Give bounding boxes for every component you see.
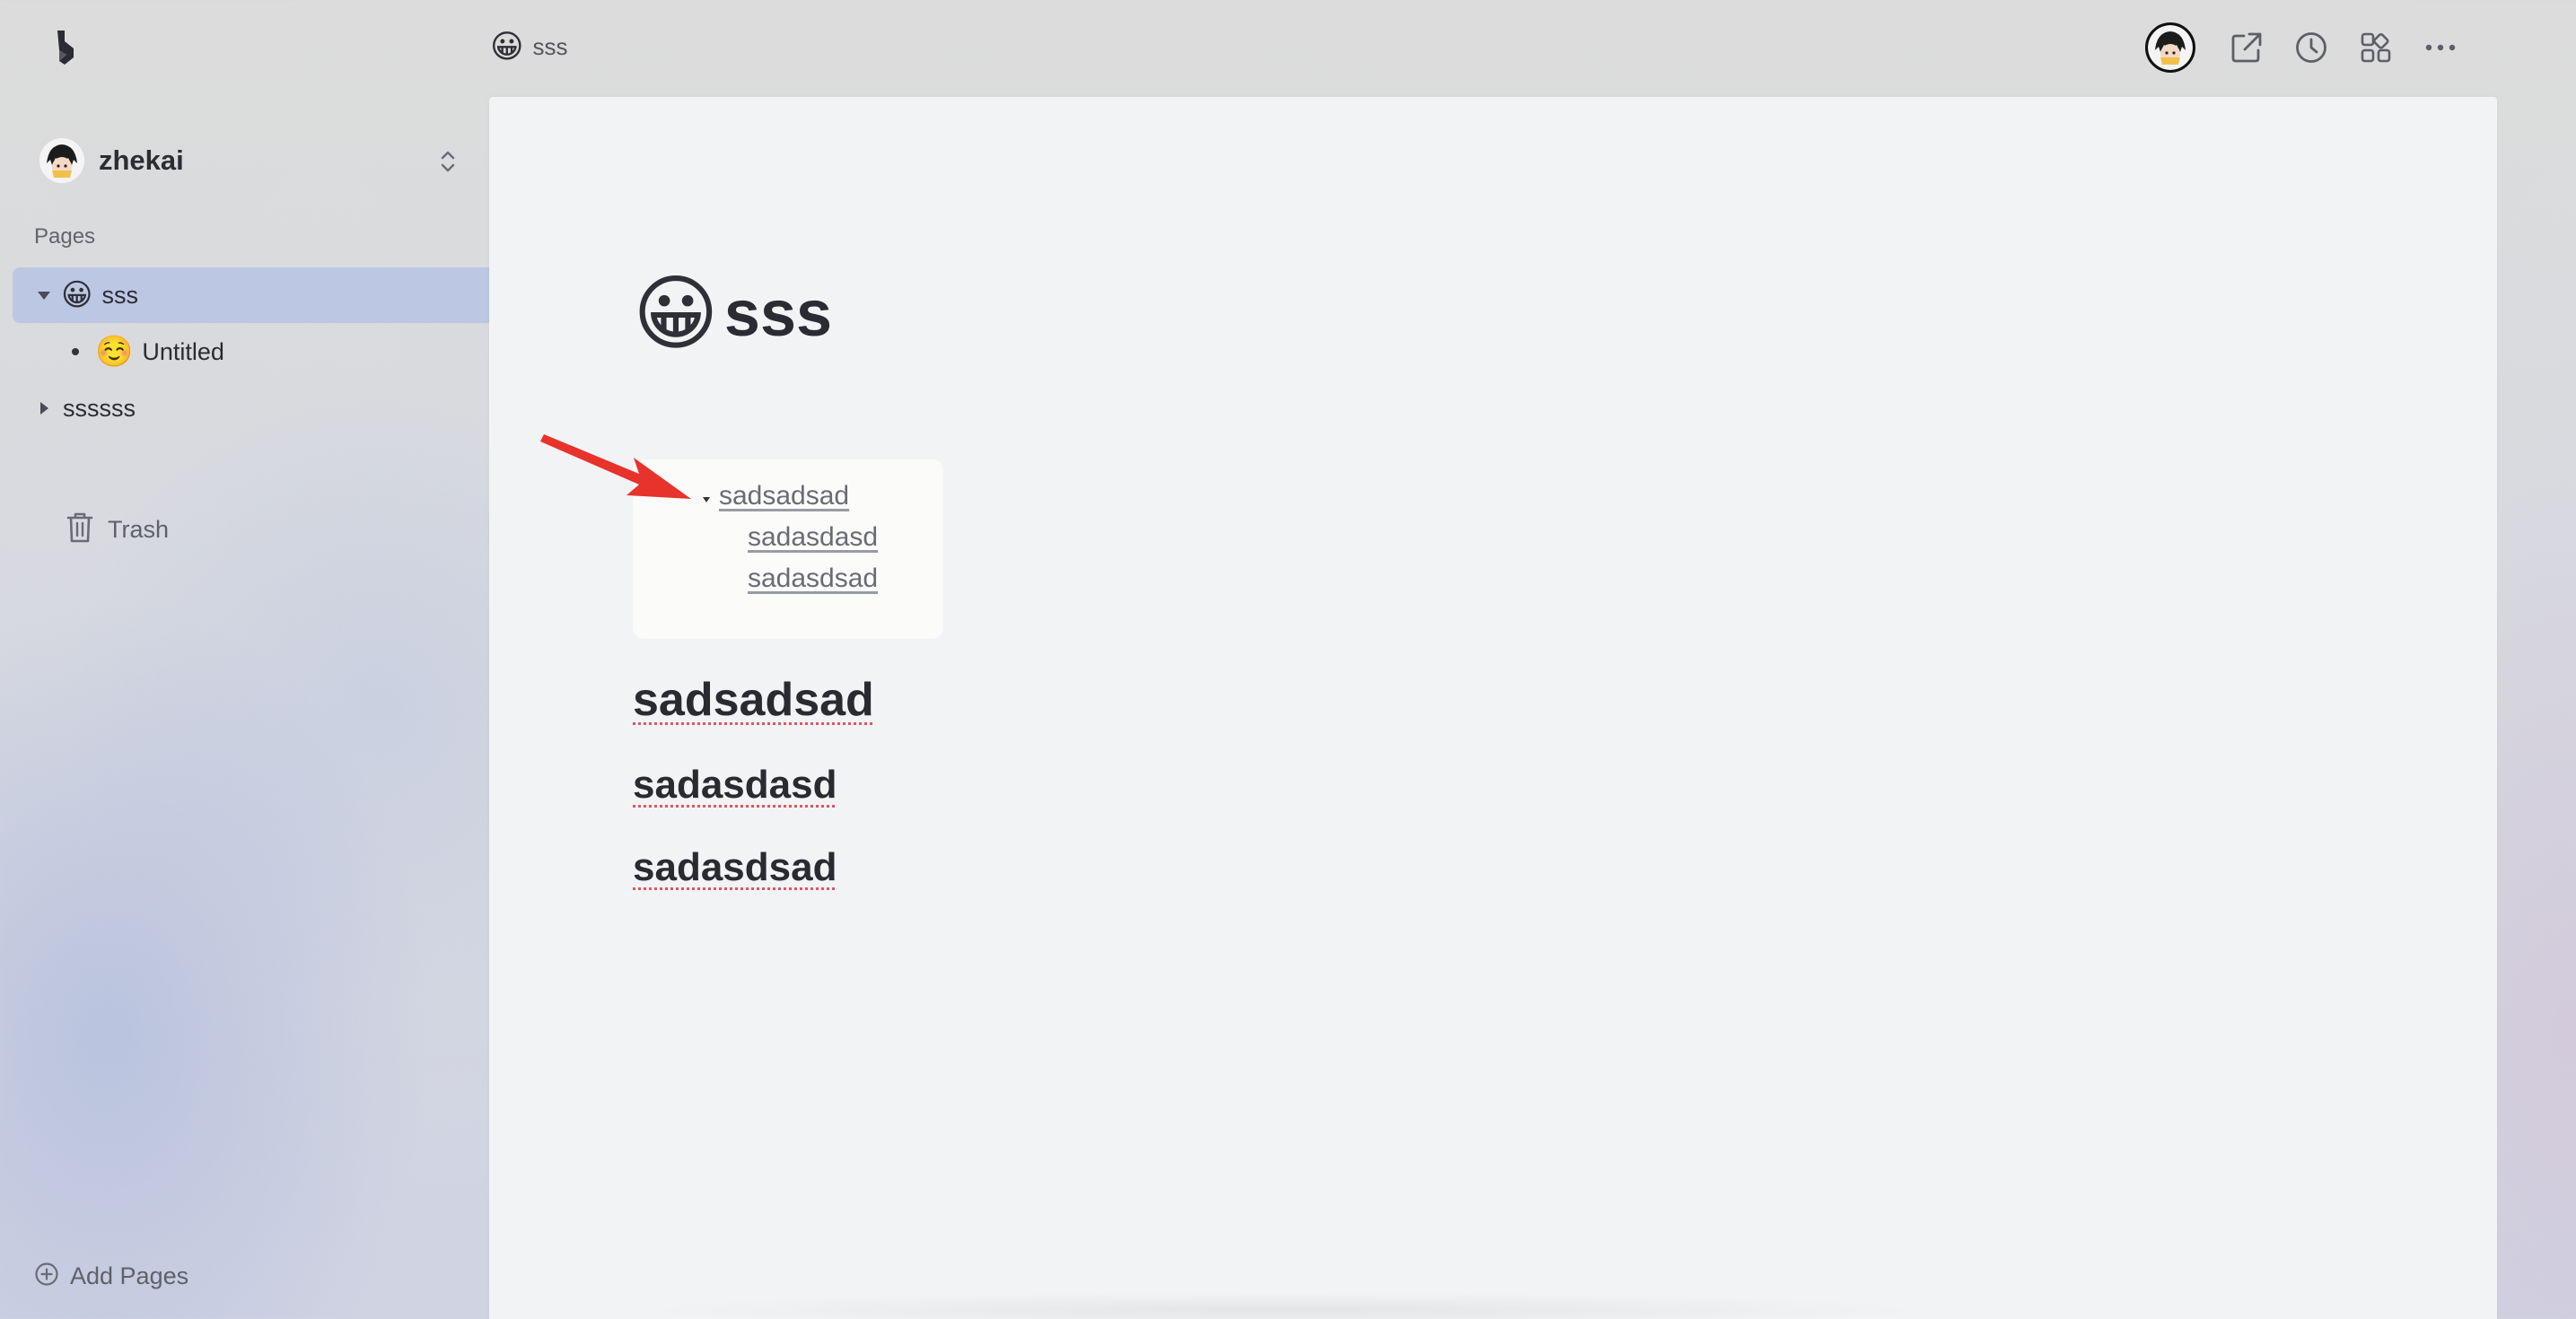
user-avatar: [2145, 22, 2195, 73]
add-pages-label: Add Pages: [70, 1262, 189, 1289]
workspace-switcher[interactable]: zhekai: [39, 135, 461, 186]
page-emoji: 😀: [61, 278, 93, 312]
page-label: ssssss: [63, 394, 136, 422]
heading-2[interactable]: sadasdasd: [633, 763, 837, 808]
page-title[interactable]: 😀 sss: [633, 273, 832, 355]
page-title-emoji[interactable]: 😀: [633, 273, 719, 355]
breadcrumb-label: sss: [532, 32, 568, 60]
page-title-text[interactable]: sss: [724, 277, 832, 351]
document-bottom-shadow: [628, 1292, 1939, 1319]
caret-right-icon[interactable]: [31, 401, 57, 415]
trash-icon: [65, 511, 95, 549]
caret-down-icon[interactable]: [703, 497, 710, 502]
bullet-icon: [72, 348, 79, 355]
sidebar-page-untitled[interactable]: ☺️ Untitled: [13, 324, 489, 380]
app-logo-icon[interactable]: [50, 27, 81, 68]
toc-item[interactable]: sadasdasd: [748, 522, 878, 553]
table-of-contents: sadsadsad sadasdasd sadasdsad: [633, 459, 943, 639]
caret-down-icon[interactable]: [31, 290, 57, 301]
breadcrumb[interactable]: 😀 sss: [490, 27, 568, 66]
sidebar-page-sss[interactable]: 😀 sss: [13, 267, 489, 323]
chevron-up-down-icon: [434, 146, 461, 177]
grid-icon[interactable]: [2348, 20, 2404, 75]
sidebar-page-ssssss[interactable]: ssssss: [13, 380, 489, 436]
page-label: sss: [101, 281, 138, 309]
plus-circle-icon: [34, 1262, 59, 1291]
workspace-avatar: [39, 138, 84, 183]
pages-section-label: Pages: [34, 224, 96, 249]
breadcrumb-emoji: 😀: [490, 28, 524, 65]
user-avatar-button[interactable]: [2142, 20, 2198, 75]
open-external-icon[interactable]: [2219, 20, 2274, 75]
workspace-name: zhekai: [99, 144, 184, 176]
topbar-actions: [2109, 20, 2576, 75]
clock-icon[interactable]: [2283, 20, 2339, 75]
more-horizontal-icon[interactable]: [2413, 20, 2468, 75]
heading-3[interactable]: sadasdsad: [633, 845, 837, 890]
toc-item[interactable]: sadasdsad: [748, 563, 878, 594]
trash-label: Trash: [108, 515, 170, 543]
toc-item[interactable]: sadsadsad: [719, 481, 849, 511]
add-pages-button[interactable]: Add Pages: [34, 1255, 188, 1297]
heading-1[interactable]: sadsadsad: [633, 673, 874, 727]
document-page[interactable]: 😀 sss sadsadsad sadasdasd sadasdsad sads…: [489, 97, 2497, 1319]
trash-button[interactable]: Trash: [65, 508, 169, 551]
sidebar: zhekai Pages 😀 sss ☺️ Untitled ssssss Tr…: [0, 0, 489, 1319]
page-label: Untitled: [142, 337, 224, 365]
page-emoji: ☺️: [95, 335, 134, 369]
